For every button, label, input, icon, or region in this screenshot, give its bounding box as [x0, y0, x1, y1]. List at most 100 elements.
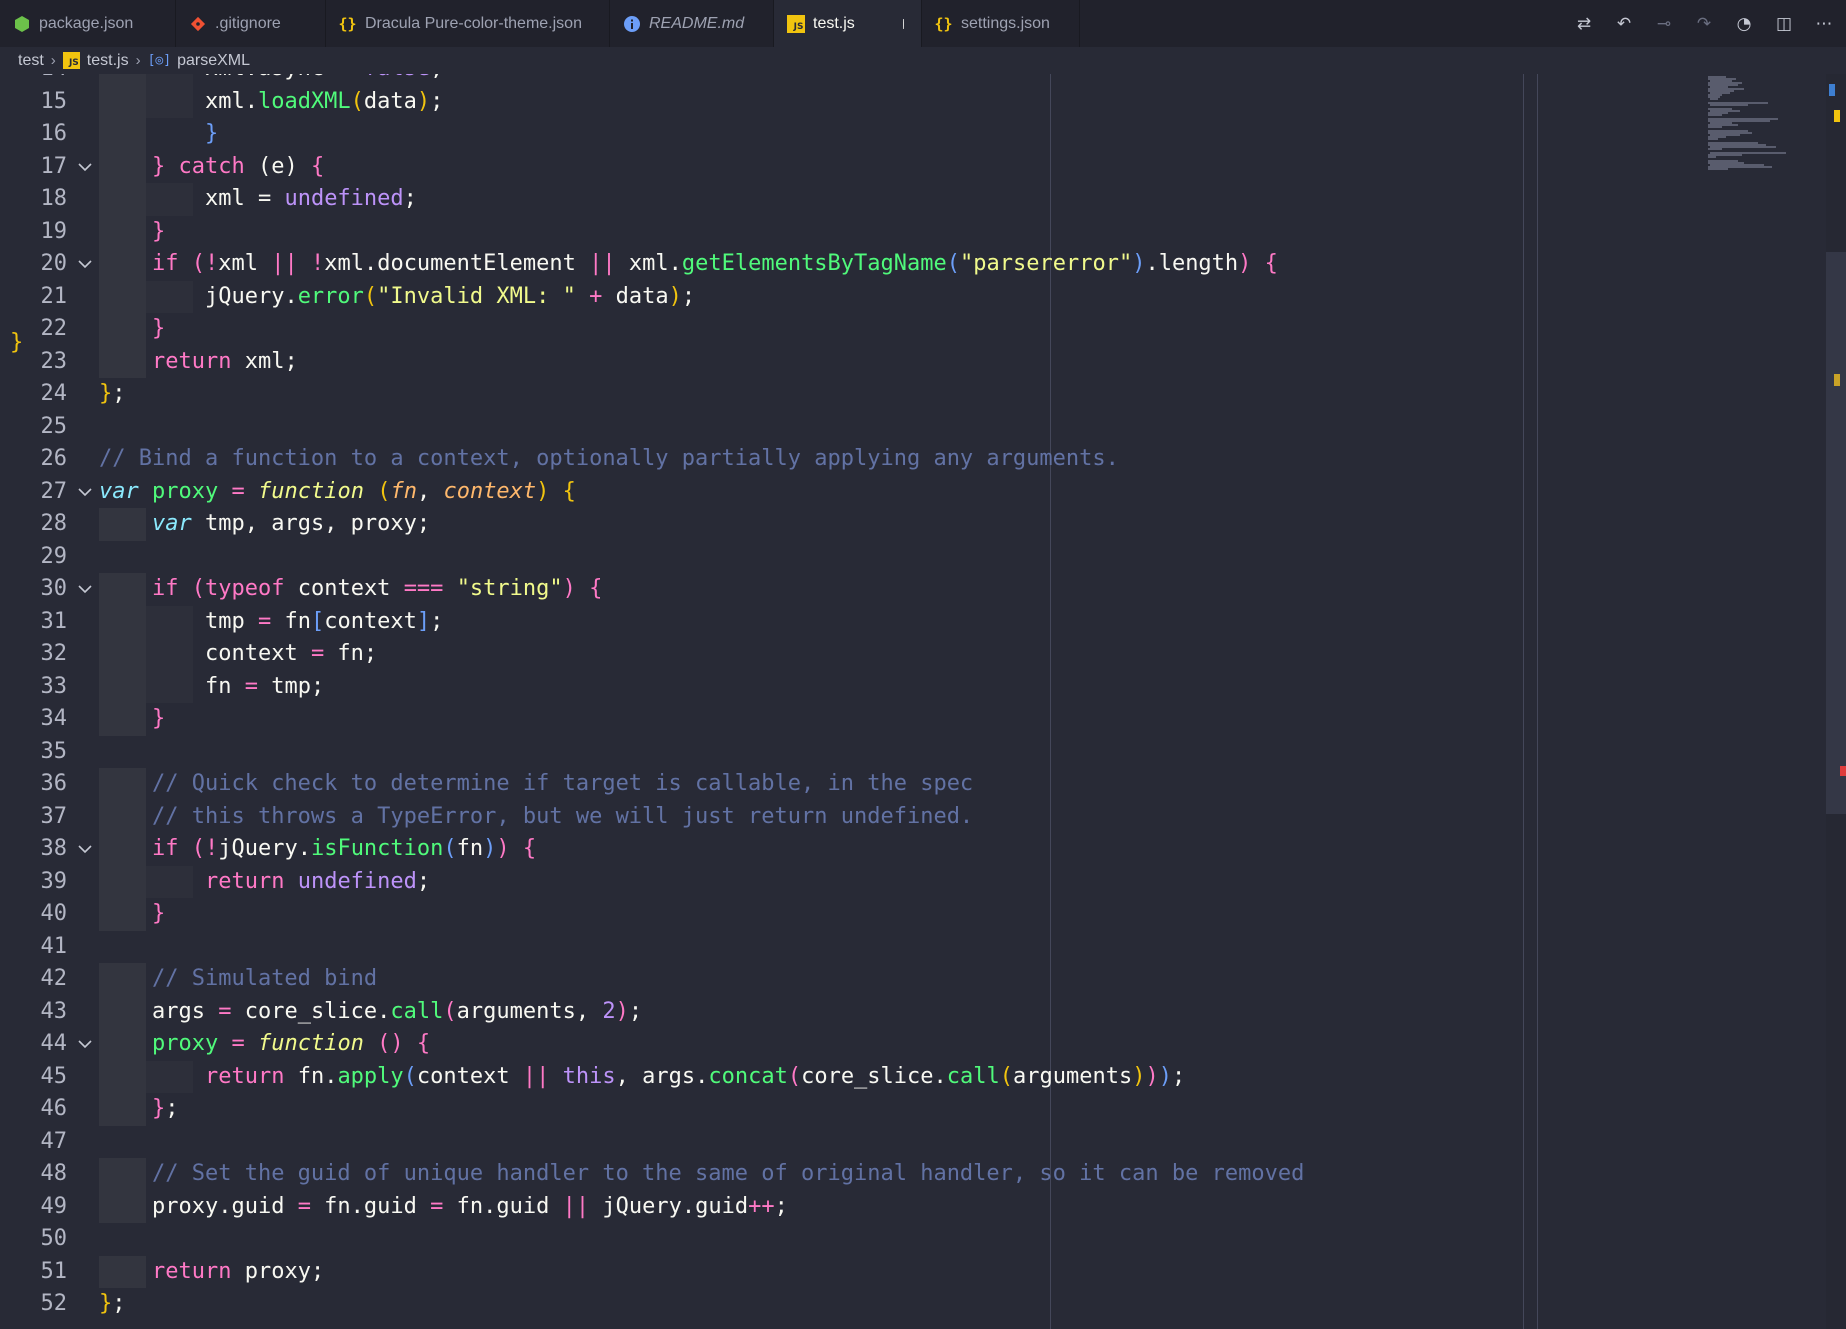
line-number[interactable]: 25: [0, 411, 68, 444]
line-number[interactable]: 38: [0, 833, 68, 866]
fold-chevron-icon[interactable]: [76, 476, 94, 509]
code-line[interactable]: 33 fn = tmp;: [0, 670, 1500, 704]
tab-settings-json[interactable]: {} settings.json: [922, 0, 1080, 47]
fold-chevron-icon[interactable]: [76, 573, 94, 606]
code-line[interactable]: 45 return fn.apply(context || this, args…: [0, 1060, 1500, 1094]
line-number[interactable]: 20: [0, 248, 68, 281]
code-line[interactable]: 42 // Simulated bind: [0, 963, 1500, 996]
line-number[interactable]: 21: [0, 281, 68, 314]
code-line[interactable]: 44 proxy = function () {: [0, 1028, 1500, 1061]
code-line[interactable]: 38 if (!jQuery.isFunction(fn)) {: [0, 833, 1500, 866]
code-line[interactable]: 21 jQuery.error("Invalid XML: " + data);: [0, 280, 1500, 314]
code-line[interactable]: 22 }: [0, 313, 1500, 346]
commit-icon[interactable]: ⊸: [1652, 12, 1676, 36]
line-number[interactable]: 23: [0, 346, 68, 379]
fold-chevron-icon[interactable]: [76, 833, 94, 866]
line-number[interactable]: 14: [0, 74, 68, 86]
code-editor[interactable]: } 14 xml.async = false;15 xml.loadXML(da…: [0, 74, 1846, 1329]
line-number[interactable]: 29: [0, 541, 68, 574]
code-line[interactable]: 49 proxy.guid = fn.guid = fn.guid || jQu…: [0, 1190, 1500, 1224]
code-line[interactable]: 28 var tmp, args, proxy;: [0, 508, 1500, 541]
split-editor-icon[interactable]: ◫: [1772, 12, 1796, 36]
line-number[interactable]: 51: [0, 1256, 68, 1289]
code-line[interactable]: 52};: [0, 1288, 1500, 1321]
compare-changes-icon[interactable]: ⇄: [1572, 12, 1596, 36]
line-number[interactable]: 42: [0, 963, 68, 996]
code-line[interactable]: 37 // this throws a TypeError, but we wi…: [0, 800, 1500, 834]
line-number[interactable]: 15: [0, 86, 68, 119]
line-number[interactable]: 41: [0, 931, 68, 964]
code-line[interactable]: 40 }: [0, 898, 1500, 931]
line-number[interactable]: 30: [0, 573, 68, 606]
fold-chevron-icon[interactable]: [76, 151, 94, 184]
vertical-scrollbar[interactable]: [1826, 74, 1846, 1329]
code-line[interactable]: 41: [0, 931, 1500, 964]
code-line[interactable]: 36 // Quick check to determine if target…: [0, 768, 1500, 801]
tab-gitignore[interactable]: .gitignore: [176, 0, 326, 47]
code-line[interactable]: 34 }: [0, 703, 1500, 736]
code-line[interactable]: 39 return undefined;: [0, 865, 1500, 899]
fold-chevron-icon[interactable]: [76, 248, 94, 281]
go-forward-icon[interactable]: ↷: [1692, 12, 1716, 36]
breadcrumb-file[interactable]: test.js: [87, 52, 129, 70]
line-number[interactable]: 35: [0, 736, 68, 769]
timeline-icon[interactable]: ◔: [1732, 12, 1756, 36]
tab-package-json[interactable]: package.json: [0, 0, 176, 47]
code-line[interactable]: 43 args = core_slice.call(arguments, 2);: [0, 995, 1500, 1029]
tab-readme-md[interactable]: README.md: [610, 0, 774, 47]
line-number[interactable]: 36: [0, 768, 68, 801]
code-line[interactable]: 31 tmp = fn[context];: [0, 605, 1500, 639]
scrollbar-thumb[interactable]: [1826, 252, 1846, 814]
code-line[interactable]: 47: [0, 1126, 1500, 1159]
code-line[interactable]: 27 var proxy = function (fn, context) {: [0, 476, 1500, 509]
line-number[interactable]: 46: [0, 1093, 68, 1126]
line-number[interactable]: 31: [0, 606, 68, 639]
line-number[interactable]: 47: [0, 1126, 68, 1159]
line-number[interactable]: 26: [0, 443, 68, 476]
line-number[interactable]: 43: [0, 996, 68, 1029]
code-line[interactable]: 14 xml.async = false;: [0, 74, 1500, 86]
line-number[interactable]: 16: [0, 118, 68, 151]
line-number[interactable]: 40: [0, 898, 68, 931]
code-line[interactable]: 32 context = fn;: [0, 638, 1500, 671]
code-line[interactable]: 20 if (!xml || !xml.documentElement || x…: [0, 248, 1500, 281]
line-number[interactable]: 39: [0, 866, 68, 899]
line-number[interactable]: 28: [0, 508, 68, 541]
line-number[interactable]: 50: [0, 1223, 68, 1256]
go-back-icon[interactable]: ↶: [1612, 12, 1636, 36]
line-number[interactable]: 45: [0, 1061, 68, 1094]
code-line[interactable]: 35: [0, 736, 1500, 769]
breadcrumb-symbol[interactable]: parseXML: [177, 52, 250, 70]
code-line[interactable]: 50: [0, 1223, 1500, 1256]
code-line[interactable]: 25: [0, 411, 1500, 444]
code-line[interactable]: 16 }: [0, 118, 1500, 151]
more-actions-icon[interactable]: ⋯: [1812, 12, 1836, 36]
line-number[interactable]: 22: [0, 313, 68, 346]
line-number[interactable]: 27: [0, 476, 68, 509]
line-number[interactable]: 19: [0, 216, 68, 249]
code-line[interactable]: 24};: [0, 378, 1500, 411]
code-line[interactable]: 17 } catch (e) {: [0, 150, 1500, 184]
code-line[interactable]: 15 xml.loadXML(data);: [0, 85, 1500, 119]
line-number[interactable]: 32: [0, 638, 68, 671]
line-number[interactable]: 34: [0, 703, 68, 736]
code-line[interactable]: 23 return xml;: [0, 345, 1500, 379]
minimap[interactable]: [1706, 74, 1806, 204]
line-number[interactable]: 37: [0, 801, 68, 834]
line-number[interactable]: 49: [0, 1191, 68, 1224]
code-line[interactable]: 51 return proxy;: [0, 1255, 1500, 1289]
tab-dracula-pure-color-theme-json[interactable]: {} Dracula Pure-color-theme.json: [326, 0, 610, 47]
code-line[interactable]: 30 if (typeof context === "string") {: [0, 573, 1500, 606]
line-number[interactable]: 33: [0, 671, 68, 704]
code-line[interactable]: 18 xml = undefined;: [0, 183, 1500, 216]
code-line[interactable]: 29: [0, 541, 1500, 574]
line-number[interactable]: 24: [0, 378, 68, 411]
code-line[interactable]: 19 }: [0, 215, 1500, 249]
fold-chevron-icon[interactable]: [76, 1028, 94, 1061]
code-line[interactable]: 46 };: [0, 1093, 1500, 1126]
code-line[interactable]: 48 // Set the guid of unique handler to …: [0, 1158, 1500, 1191]
line-number[interactable]: 17: [0, 151, 68, 184]
line-number[interactable]: 18: [0, 183, 68, 216]
line-number[interactable]: 48: [0, 1158, 68, 1191]
line-number[interactable]: 52: [0, 1288, 68, 1321]
